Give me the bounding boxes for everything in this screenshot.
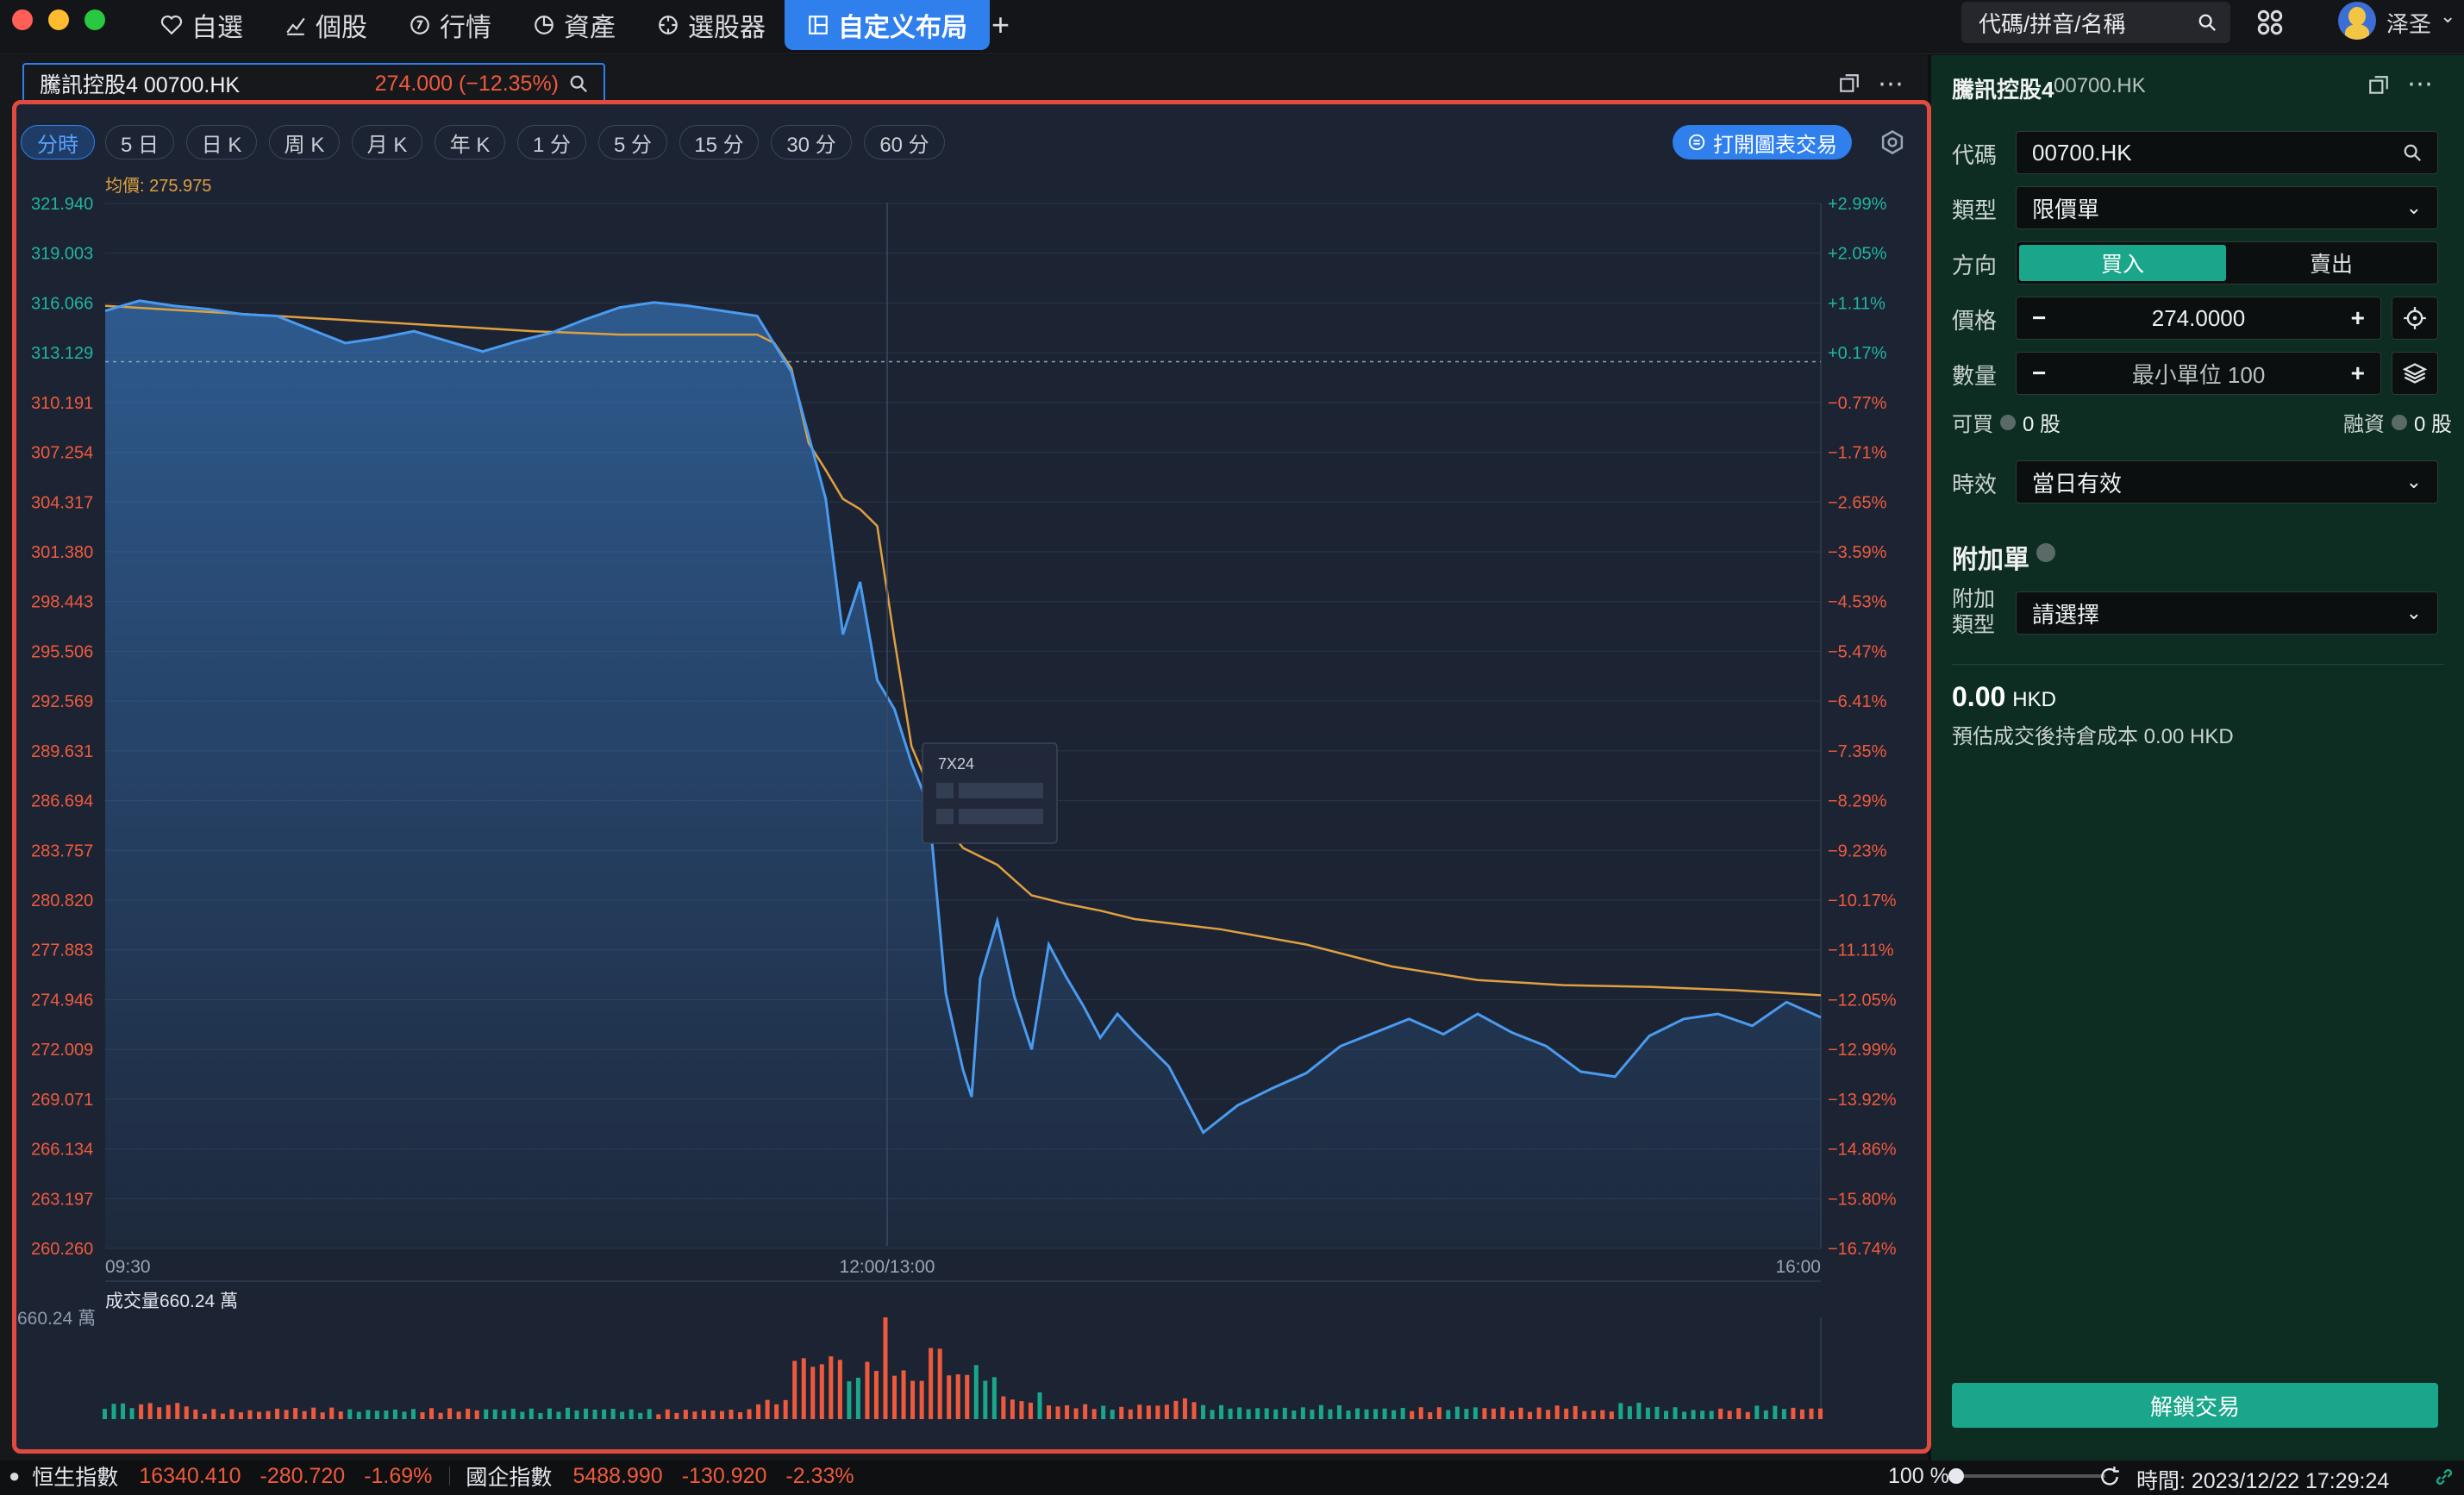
decrease-price-button[interactable]: − <box>2032 304 2046 332</box>
price-value: 274.0000 <box>2151 304 2246 331</box>
refresh-icon[interactable] <box>2098 1466 2121 1488</box>
divider <box>1952 664 2443 665</box>
hscei-value: 5488.990 <box>572 1463 663 1488</box>
attach-type-value: 請選擇 <box>2032 601 2100 628</box>
attach-type-label: 附加類型 <box>1952 587 1996 637</box>
attach-type-select[interactable]: 請選擇 ⌄ <box>2016 591 2438 635</box>
search-input[interactable]: 代碼/拼音/名稱 <box>1961 2 2230 43</box>
can-buy-row: 可買 0 股 <box>1952 407 2061 437</box>
hsi-value: 16340.410 <box>139 1463 241 1488</box>
quantity-stepper[interactable]: − 最小單位 100 + <box>2016 352 2381 395</box>
target-icon <box>2404 307 2426 329</box>
decrease-quantity-button[interactable]: − <box>2032 360 2046 387</box>
popout-icon[interactable] <box>2367 74 2390 97</box>
user-name[interactable]: 泽圣 <box>2386 7 2431 39</box>
hsi-pct: -1.69% <box>364 1463 433 1488</box>
validity-label: 時效 <box>1952 472 1998 497</box>
chevron-down-icon: ⌄ <box>2405 602 2422 623</box>
order-type-select[interactable]: 限價單 ⌄ <box>2016 186 2438 229</box>
chart-highlight-frame <box>12 100 1931 1454</box>
avatar[interactable] <box>2338 2 2376 40</box>
can-buy-label: 可買 <box>1952 413 1993 436</box>
amount-currency: HKD <box>2012 688 2056 711</box>
hscei-change: -130.920 <box>681 1463 767 1488</box>
order-stock-code: 00700.HK <box>2054 74 2146 97</box>
estimate-text: 預估成交後持倉成本 0.00 HKD <box>1952 725 2234 748</box>
validity-value: 當日有效 <box>2032 470 2123 497</box>
hscei-name[interactable]: 國企指數 <box>466 1461 552 1492</box>
quantity-placeholder: 最小單位 100 <box>2131 361 2266 388</box>
amount-row: 0.00 HKD <box>1952 681 2056 713</box>
zoom-level: 100 % <box>1888 1464 1949 1488</box>
unlock-trade-button[interactable]: 解鎖交易 <box>1952 1383 2438 1428</box>
order-panel: 騰訊控股4 00700.HK ⋯ 代碼 00700.HK 類型 限價單 ⌄ 方向… <box>1931 55 2464 1461</box>
code-label: 代碼 <box>1952 142 1998 168</box>
price-label: 價格 <box>1952 308 1998 334</box>
margin-label: 融資 <box>2342 413 2385 436</box>
hsi-name[interactable]: 恒生指數 <box>32 1461 118 1492</box>
zoom-slider-handle[interactable] <box>1948 1468 1964 1484</box>
status-bar: ● 恒生指數 16340.410 -280.720 -1.69% 國企指數 54… <box>0 1461 2464 1493</box>
more-icon[interactable]: ⋯ <box>2407 69 2435 99</box>
pin-icon[interactable]: ● <box>9 1465 20 1487</box>
buy-button[interactable]: 買入 <box>2019 245 2226 281</box>
clock-time: 時間: 2023/12/22 17:29:24 <box>2136 1469 2390 1493</box>
attach-order-heading: 附加單 <box>1952 546 2029 574</box>
order-type-value: 限價單 <box>2032 196 2100 222</box>
divider <box>449 1467 451 1486</box>
increase-quantity-button[interactable]: + <box>2351 360 2365 387</box>
zoom-slider[interactable] <box>1948 1468 2105 1484</box>
quantity-layers-button[interactable] <box>2392 352 2438 395</box>
margin-value: 0 股 <box>2413 413 2452 436</box>
hscei-pct: -2.33% <box>785 1463 854 1488</box>
quantity-label: 數量 <box>1952 363 1998 389</box>
search-icon <box>2404 144 2421 161</box>
search-placeholder: 代碼/拼音/名稱 <box>1979 10 2126 37</box>
price-stepper[interactable]: − 274.0000 + <box>2016 297 2381 340</box>
layers-icon <box>2403 363 2427 384</box>
info-icon[interactable] <box>2000 414 2016 430</box>
info-icon[interactable] <box>2036 543 2055 562</box>
sell-button[interactable]: 賣出 <box>2228 245 2435 281</box>
increase-price-button[interactable]: + <box>2351 304 2365 332</box>
code-input-value: 00700.HK <box>2032 139 2132 166</box>
code-input[interactable]: 00700.HK <box>2016 131 2438 174</box>
type-label: 類型 <box>1952 197 1998 223</box>
apps-grid-icon[interactable] <box>2254 7 2286 38</box>
margin-row: 融資 0 股 <box>2343 407 2452 437</box>
direction-label: 方向 <box>1952 253 1998 278</box>
chevron-down-icon[interactable]: ⌄ <box>2440 5 2455 28</box>
chevron-down-icon: ⌄ <box>2405 197 2422 218</box>
amount-value: 0.00 <box>1952 681 2006 712</box>
hsi-change: -280.720 <box>260 1463 346 1488</box>
info-icon[interactable] <box>2391 414 2407 430</box>
order-stock-title: 騰訊控股4 <box>1952 77 2054 103</box>
locate-price-button[interactable] <box>2392 297 2438 340</box>
link-icon[interactable] <box>2433 1466 2455 1488</box>
can-buy-value: 0 股 <box>2023 413 2061 436</box>
validity-select[interactable]: 當日有效 ⌄ <box>2016 460 2438 504</box>
chevron-down-icon: ⌄ <box>2405 471 2422 492</box>
search-icon <box>2198 14 2216 31</box>
